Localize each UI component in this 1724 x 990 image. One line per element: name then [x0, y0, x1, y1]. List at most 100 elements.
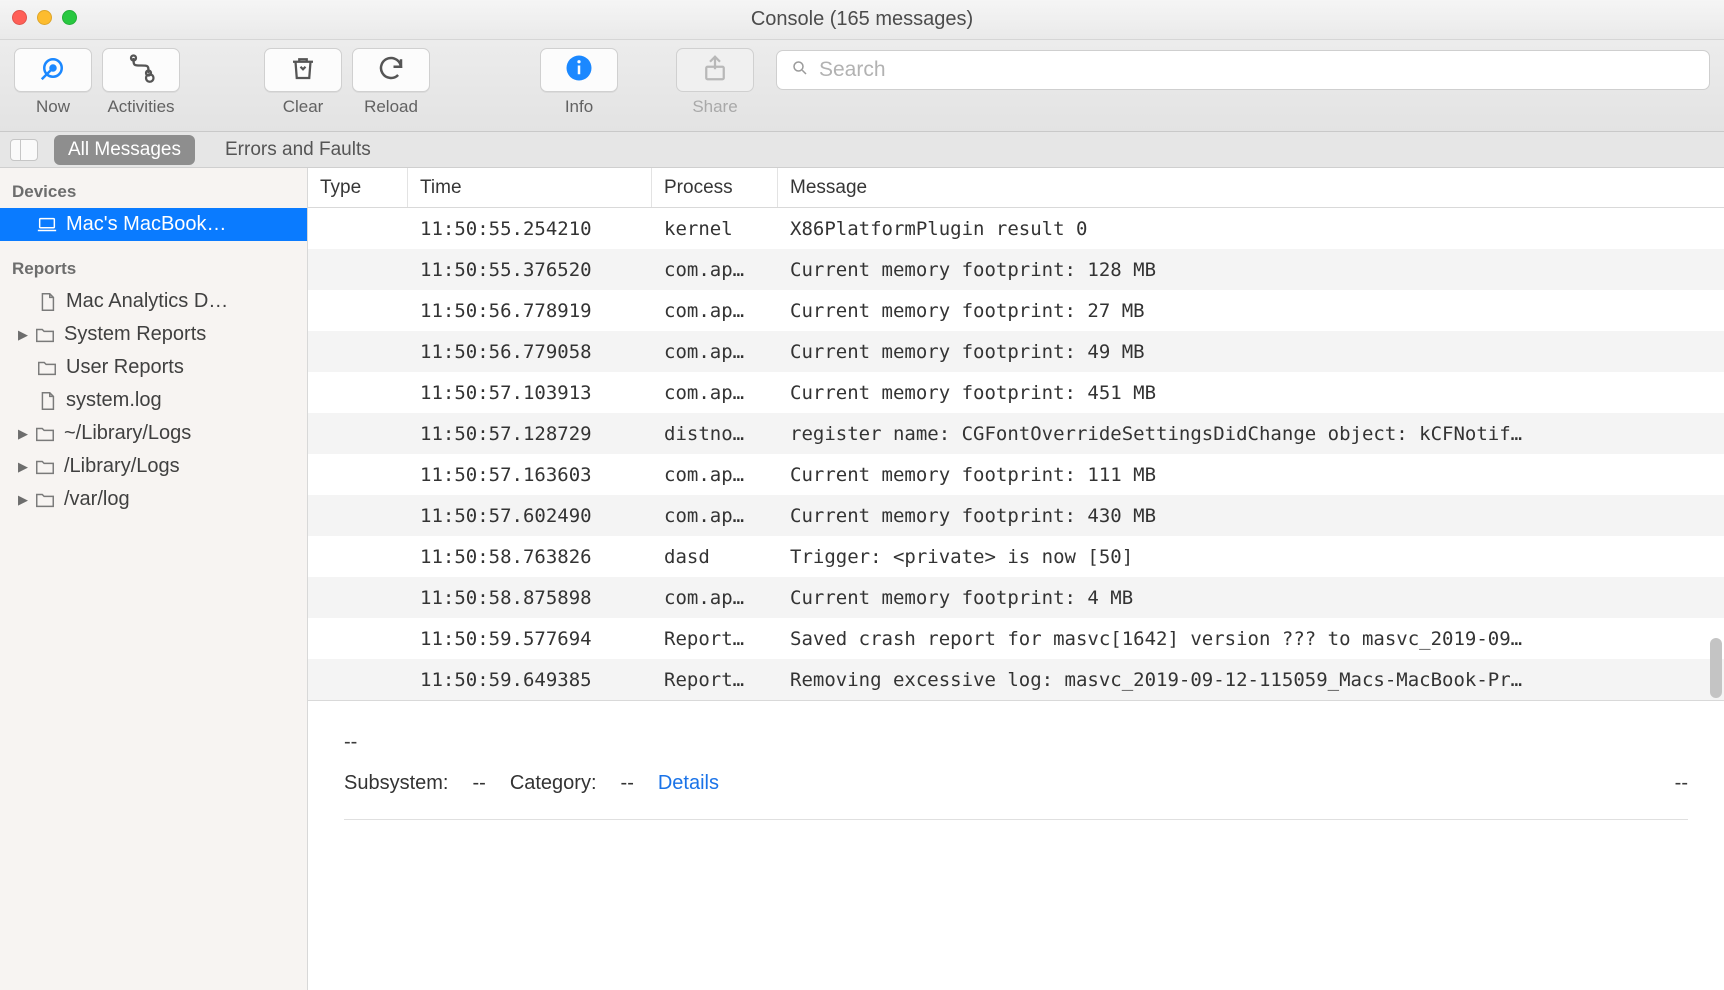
cell-message: Current memory footprint: 111 MB — [778, 464, 1724, 486]
cell-process: Report… — [652, 669, 778, 691]
window-controls — [12, 10, 77, 25]
sidebar-item-6[interactable]: ▶/var/log — [0, 483, 307, 516]
sidebar-item-label: System Reports — [64, 323, 206, 346]
cell-process: com.ap… — [652, 382, 778, 404]
cell-time: 11:50:56.778919 — [408, 300, 652, 322]
cell-process: com.ap… — [652, 341, 778, 363]
target-icon — [38, 53, 68, 88]
cell-message: Current memory footprint: 27 MB — [778, 300, 1724, 322]
cell-process: distno… — [652, 423, 778, 445]
table-row[interactable]: 11:50:58.763826dasdTrigger: <private> is… — [308, 536, 1724, 577]
activities-icon — [126, 53, 156, 88]
table-row[interactable]: 11:50:55.254210kernelX86PlatformPlugin r… — [308, 208, 1724, 249]
cell-process: com.ap… — [652, 587, 778, 609]
folder-icon — [34, 456, 56, 478]
share-icon — [700, 53, 730, 88]
trash-icon — [288, 53, 318, 88]
cell-message: X86PlatformPlugin result 0 — [778, 218, 1724, 240]
share-button: Share — [676, 48, 754, 117]
sidebar-item-5[interactable]: ▶/Library/Logs — [0, 450, 307, 483]
detail-category-value: -- — [621, 772, 634, 795]
reload-button[interactable]: Reload — [352, 48, 430, 117]
cell-message: Saved crash report for masvc[1642] versi… — [778, 628, 1724, 650]
clear-button[interactable]: Clear — [264, 48, 342, 117]
table-row[interactable]: 11:50:59.577694Report…Saved crash report… — [308, 618, 1724, 659]
sidebar: Devices Mac's MacBook… Reports Mac Analy… — [0, 168, 308, 990]
sidebar-devices-header: Devices — [0, 178, 307, 208]
folder-icon — [34, 423, 56, 445]
cell-process: com.ap… — [652, 505, 778, 527]
cell-time: 11:50:58.763826 — [408, 546, 652, 568]
col-time[interactable]: Time — [408, 168, 652, 207]
table-header: Type Time Process Message — [308, 168, 1724, 208]
cell-message: Current memory footprint: 4 MB — [778, 587, 1724, 609]
folder-icon — [34, 489, 56, 511]
table-row[interactable]: 11:50:57.103913com.ap…Current memory foo… — [308, 372, 1724, 413]
detail-placeholder: -- — [344, 731, 1688, 754]
cell-process: com.ap… — [652, 259, 778, 281]
table-row[interactable]: 11:50:59.649385Report…Removing excessive… — [308, 659, 1724, 700]
cell-process: com.ap… — [652, 464, 778, 486]
window-title: Console (165 messages) — [751, 8, 973, 31]
cell-message: Current memory footprint: 451 MB — [778, 382, 1724, 404]
now-button[interactable]: Now — [14, 48, 92, 117]
table-row[interactable]: 11:50:56.779058com.ap…Current memory foo… — [308, 331, 1724, 372]
search-field[interactable] — [776, 50, 1710, 90]
cell-message: Current memory footprint: 49 MB — [778, 341, 1724, 363]
cell-time: 11:50:55.254210 — [408, 218, 652, 240]
filter-bar: All Messages Errors and Faults — [0, 132, 1724, 168]
reload-icon — [376, 53, 406, 88]
filter-errors-faults[interactable]: Errors and Faults — [211, 135, 385, 165]
cell-process: dasd — [652, 546, 778, 568]
cell-process: kernel — [652, 218, 778, 240]
table-row[interactable]: 11:50:57.128729distno…register name: CGF… — [308, 413, 1724, 454]
activities-button[interactable]: Activities — [102, 48, 180, 117]
sidebar-item-2[interactable]: User Reports — [0, 351, 307, 384]
cell-time: 11:50:59.649385 — [408, 669, 652, 691]
sidebar-item-4[interactable]: ▶~/Library/Logs — [0, 417, 307, 450]
scrollbar-thumb[interactable] — [1710, 638, 1722, 698]
cell-message: Trigger: <private> is now [50] — [778, 546, 1724, 568]
chevron-right-icon: ▶ — [18, 327, 28, 343]
table-row[interactable]: 11:50:58.875898com.ap…Current memory foo… — [308, 577, 1724, 618]
detail-right-value: -- — [1675, 772, 1688, 795]
table-row[interactable]: 11:50:55.376520com.ap…Current memory foo… — [308, 249, 1724, 290]
cell-message: Current memory footprint: 128 MB — [778, 259, 1724, 281]
close-window[interactable] — [12, 10, 27, 25]
minimize-window[interactable] — [37, 10, 52, 25]
table-row[interactable]: 11:50:56.778919com.ap…Current memory foo… — [308, 290, 1724, 331]
scrollbar[interactable] — [1706, 208, 1722, 700]
sidebar-item-label: /Library/Logs — [64, 455, 180, 478]
document-icon — [36, 291, 58, 313]
document-icon — [36, 390, 58, 412]
cell-time: 11:50:56.779058 — [408, 341, 652, 363]
cell-message: Current memory footprint: 430 MB — [778, 505, 1724, 527]
detail-subsystem-label: Subsystem: — [344, 772, 448, 795]
sidebar-reports-header: Reports — [0, 255, 307, 285]
cell-time: 11:50:57.163603 — [408, 464, 652, 486]
col-message[interactable]: Message — [778, 168, 1724, 207]
filter-all-messages[interactable]: All Messages — [54, 135, 195, 165]
zoom-window[interactable] — [62, 10, 77, 25]
col-process[interactable]: Process — [652, 168, 778, 207]
sidebar-item-1[interactable]: ▶ System Reports — [0, 318, 307, 351]
sidebar-device[interactable]: Mac's MacBook… — [0, 208, 307, 241]
toolbar: Now Activities Clear Reload — [0, 40, 1724, 132]
sidebar-item-0[interactable]: Mac Analytics D… — [0, 285, 307, 318]
cell-process: com.ap… — [652, 300, 778, 322]
search-input[interactable] — [819, 58, 1695, 82]
cell-time: 11:50:55.376520 — [408, 259, 652, 281]
detail-details-link[interactable]: Details — [658, 772, 719, 795]
detail-separator — [344, 819, 1688, 820]
table-row[interactable]: 11:50:57.602490com.ap…Current memory foo… — [308, 495, 1724, 536]
info-button[interactable]: Info — [540, 48, 618, 117]
sidebar-item-label: system.log — [66, 389, 162, 412]
table-row[interactable]: 11:50:57.163603com.ap…Current memory foo… — [308, 454, 1724, 495]
sidebar-item-3[interactable]: system.log — [0, 384, 307, 417]
detail-category-label: Category: — [510, 772, 597, 795]
search-icon — [791, 59, 809, 82]
sidebar-toggle-button[interactable] — [10, 139, 38, 161]
sidebar-item-label: Mac Analytics D… — [66, 290, 228, 313]
sidebar-item-label: ~/Library/Logs — [64, 422, 191, 445]
col-type[interactable]: Type — [308, 168, 408, 207]
